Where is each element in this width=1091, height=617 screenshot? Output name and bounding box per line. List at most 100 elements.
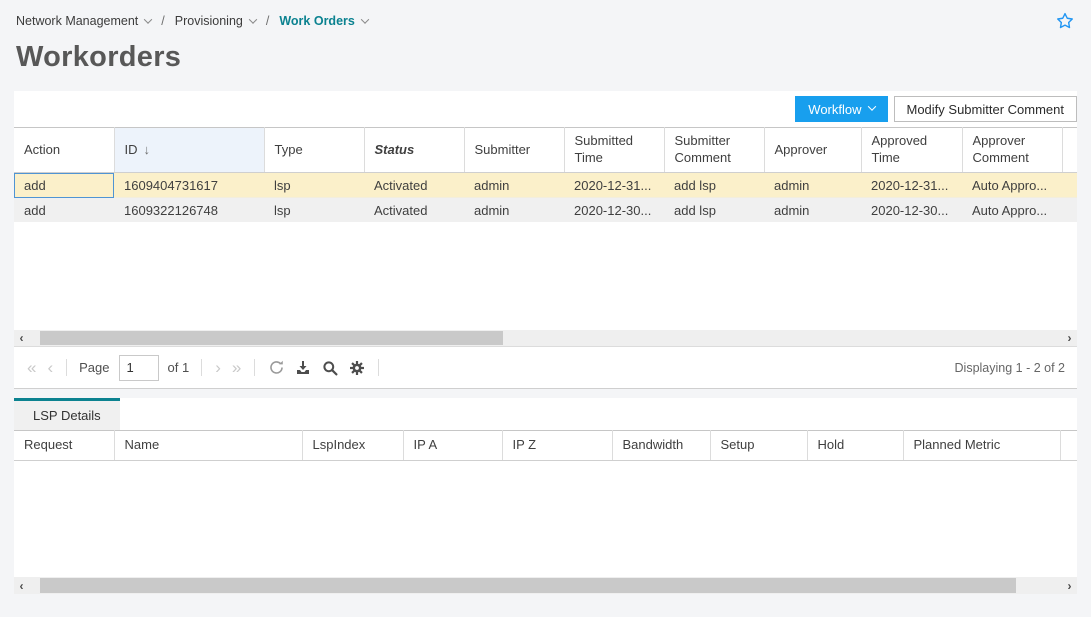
previous-page-button[interactable]: ‹ — [46, 359, 54, 376]
last-page-button[interactable]: » — [231, 359, 242, 376]
tab-lsp-details[interactable]: LSP Details — [14, 398, 120, 430]
page-count-label: of 1 — [168, 360, 190, 375]
column-header-label: ID — [125, 142, 138, 157]
column-header-planned-metric[interactable]: Planned Metric — [903, 431, 1060, 461]
workorders-horizontal-scrollbar[interactable]: ‹ › — [14, 330, 1077, 347]
cell-approver-comment[interactable]: Auto Appro... — [962, 173, 1062, 198]
workorders-header-row: Action ID ↓ Type Status Submitter Submitt… — [14, 128, 1077, 173]
workorder-row-1[interactable]: add 1609404731617 lsp Activated admin 20… — [14, 173, 1077, 198]
breadcrumb-label: Provisioning — [175, 14, 243, 28]
workorder-row-2[interactable]: add 1609322126748 lsp Activated admin 20… — [14, 198, 1077, 223]
cell-status[interactable]: Activated — [364, 173, 464, 198]
cell-action[interactable]: add — [14, 173, 114, 198]
column-header-approver-comment[interactable]: Approver Comment — [962, 128, 1062, 173]
toolbar-separator — [66, 359, 67, 376]
column-header-filler — [1060, 431, 1077, 461]
favorite-star-icon[interactable] — [1055, 11, 1075, 31]
cell-submitter-comment[interactable]: add lsp — [664, 198, 764, 223]
column-header-submitter[interactable]: Submitter — [464, 128, 564, 173]
scroll-right-icon[interactable]: › — [1062, 330, 1077, 346]
action-bar: Workflow Modify Submitter Comment — [14, 91, 1077, 127]
scrollbar-track[interactable] — [29, 330, 1062, 346]
column-header-status[interactable]: Status — [364, 128, 464, 173]
cell-approved-time[interactable]: 2020-12-30... — [861, 198, 962, 223]
column-header-action[interactable]: Action — [14, 128, 114, 173]
scrollbar-thumb[interactable] — [40, 331, 503, 345]
breadcrumb-network-management[interactable]: Network Management — [16, 14, 151, 28]
chevron-down-icon — [361, 15, 369, 23]
scroll-left-icon[interactable]: ‹ — [14, 330, 29, 346]
next-page-button[interactable]: › — [214, 359, 222, 376]
workflow-button-label: Workflow — [808, 102, 861, 117]
chevron-down-icon — [144, 15, 152, 23]
modify-button-label: Modify Submitter Comment — [907, 102, 1065, 117]
cell-type[interactable]: lsp — [264, 173, 364, 198]
workflow-button[interactable]: Workflow — [795, 96, 887, 122]
column-header-hold[interactable]: Hold — [807, 431, 903, 461]
cell-submitter-comment[interactable]: add lsp — [664, 173, 764, 198]
column-header-label: Submitted Time — [575, 133, 634, 165]
cell-approved-time[interactable]: 2020-12-31... — [861, 173, 962, 198]
column-header-lspindex[interactable]: LspIndex — [302, 431, 403, 461]
scrollbar-track[interactable] — [29, 577, 1062, 594]
cell-submitted-time[interactable]: 2020-12-30... — [564, 198, 664, 223]
column-header-ip-a[interactable]: IP A — [403, 431, 502, 461]
cell-approver[interactable]: admin — [764, 198, 861, 223]
cell-id[interactable]: 1609404731617 — [114, 173, 264, 198]
chevron-down-icon — [867, 102, 875, 110]
scrollbar-thumb[interactable] — [40, 578, 1016, 593]
cell-approver[interactable]: admin — [764, 173, 861, 198]
cell-status[interactable]: Activated — [364, 198, 464, 223]
column-header-id[interactable]: ID ↓ — [114, 128, 264, 173]
column-header-approver[interactable]: Approver — [764, 128, 861, 173]
column-header-label: Planned Metric — [914, 437, 1001, 452]
column-header-bandwidth[interactable]: Bandwidth — [612, 431, 710, 461]
cell-submitted-time[interactable]: 2020-12-31... — [564, 173, 664, 198]
page-number-input[interactable] — [119, 355, 159, 381]
column-header-label: Submitter — [475, 142, 531, 157]
breadcrumb-provisioning[interactable]: Provisioning — [175, 14, 256, 28]
workorders-table: Action ID ↓ Type Status Submitter Submitt… — [14, 127, 1077, 223]
column-header-label: Name — [125, 437, 160, 452]
breadcrumb-separator: / — [159, 14, 166, 28]
details-empty-area — [14, 461, 1077, 577]
column-header-label: Request — [24, 437, 72, 452]
cell-approver-comment[interactable]: Auto Appro... — [962, 198, 1062, 223]
column-header-label: Type — [275, 142, 303, 157]
cell-id[interactable]: 1609322126748 — [114, 198, 264, 223]
search-icon[interactable] — [321, 359, 339, 377]
column-header-approved-time[interactable]: Approved Time — [861, 128, 962, 173]
lsp-details-table: Request Name LspIndex IP A IP Z Bandwidt… — [14, 430, 1077, 461]
cell-action[interactable]: add — [14, 198, 114, 223]
column-header-type[interactable]: Type — [264, 128, 364, 173]
details-horizontal-scrollbar[interactable]: ‹ › — [14, 577, 1077, 594]
cell-submitter[interactable]: admin — [464, 173, 564, 198]
cell-submitter[interactable]: admin — [464, 198, 564, 223]
column-header-label: Approved Time — [872, 133, 928, 165]
cell-filler — [1062, 198, 1077, 223]
breadcrumb-label: Work Orders — [279, 14, 355, 28]
scroll-left-icon[interactable]: ‹ — [14, 577, 29, 594]
sort-descending-icon: ↓ — [144, 142, 151, 157]
modify-submitter-comment-button[interactable]: Modify Submitter Comment — [894, 96, 1078, 122]
column-header-setup[interactable]: Setup — [710, 431, 807, 461]
column-header-label: Status — [375, 142, 415, 157]
export-download-icon[interactable] — [294, 359, 312, 377]
cell-filler — [1062, 173, 1077, 198]
settings-gear-icon[interactable] — [348, 359, 366, 377]
column-header-ip-z[interactable]: IP Z — [502, 431, 612, 461]
scroll-right-icon[interactable]: › — [1062, 577, 1077, 594]
breadcrumb-work-orders[interactable]: Work Orders — [279, 14, 368, 28]
column-header-request[interactable]: Request — [14, 431, 114, 461]
cell-type[interactable]: lsp — [264, 198, 364, 223]
workorders-panel: Workflow Modify Submitter Comment Action… — [14, 91, 1077, 389]
refresh-icon[interactable] — [267, 359, 285, 377]
breadcrumb: Network Management / Provisioning / Work… — [0, 0, 1091, 29]
lsp-details-panel: LSP Details Request Name LspIndex IP A I… — [14, 398, 1077, 594]
column-header-submitter-comment[interactable]: Submitter Comment — [664, 128, 764, 173]
first-page-button[interactable]: « — [26, 359, 37, 376]
details-tab-strip: LSP Details — [14, 398, 1077, 430]
column-header-submitted-time[interactable]: Submitted Time — [564, 128, 664, 173]
toolbar-separator — [378, 359, 379, 376]
column-header-name[interactable]: Name — [114, 431, 302, 461]
